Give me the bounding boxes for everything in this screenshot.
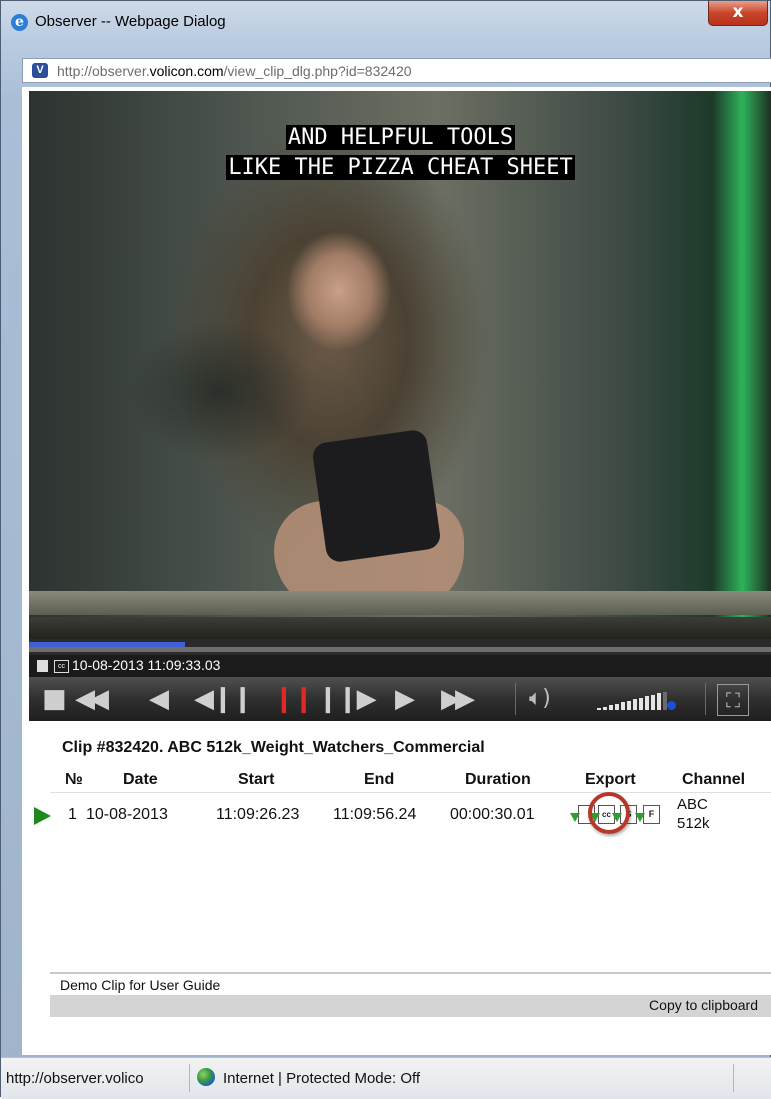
download-arrow-icon bbox=[570, 813, 580, 822]
volume-bar bbox=[603, 706, 607, 710]
caption-line-2: LIKE THE PIZZA CHEAT SHEET bbox=[226, 155, 575, 180]
fast-forward-button[interactable]: ▶▶ bbox=[441, 685, 475, 713]
url-prefix: http://observer. bbox=[57, 63, 150, 79]
cell-duration: 00:00:30.01 bbox=[450, 806, 535, 823]
col-header-duration: Duration bbox=[465, 771, 531, 788]
player-controls: ■ ◀◀ ◀ ◀❙❙ ❙❙ ❙❙▶ ▶ ▶▶ 🔈︎) ⛶ bbox=[29, 677, 771, 721]
volume-slider[interactable] bbox=[597, 690, 677, 710]
frame-back-button[interactable]: ◀❙❙ bbox=[194, 685, 254, 713]
status-divider-2 bbox=[733, 1064, 734, 1092]
format-export-icon[interactable]: F bbox=[643, 805, 660, 824]
cell-no: 1 bbox=[68, 806, 77, 823]
seek-fill bbox=[29, 642, 186, 647]
volume-bar bbox=[621, 702, 625, 710]
controls-divider-2 bbox=[705, 683, 706, 715]
volume-bar bbox=[615, 703, 619, 710]
player-info-line: cc 10-08-2013 11:09:33.03 bbox=[29, 655, 771, 677]
step-forward-button[interactable]: ▶ bbox=[395, 685, 415, 713]
status-bar: http://observer.volico Internet | Protec… bbox=[1, 1057, 771, 1099]
seek-bar[interactable] bbox=[29, 639, 771, 655]
seek-track bbox=[29, 647, 771, 652]
caption-line-1: AND HELPFUL TOOLS bbox=[285, 125, 516, 150]
volume-bar bbox=[657, 693, 661, 710]
status-url: http://observer.volico bbox=[6, 1070, 144, 1087]
volume-bar bbox=[597, 708, 601, 710]
url-text: http://observer.volicon.com/view_clip_dl… bbox=[57, 63, 412, 79]
col-header-channel: Channel bbox=[682, 771, 746, 788]
dialog-window: e Observer -- Webpage Dialog x V http://… bbox=[0, 0, 771, 1099]
clip-note: Demo Clip for User Guide bbox=[60, 977, 221, 993]
volume-bar bbox=[609, 705, 613, 710]
download-arrow-icon bbox=[635, 813, 645, 822]
pause-button[interactable]: ❙❙ bbox=[273, 685, 315, 713]
url-domain: volicon.com bbox=[149, 63, 224, 79]
address-bar: V http://observer.volicon.com/view_clip_… bbox=[22, 58, 771, 83]
table-row[interactable]: 1 10-08-2013 11:09:26.23 11:09:56.24 00:… bbox=[22, 792, 771, 847]
channel-line-1: ABC bbox=[677, 796, 708, 813]
volume-bar bbox=[633, 699, 637, 710]
export-icons: cc S F bbox=[570, 792, 680, 837]
col-header-no: № bbox=[65, 771, 83, 788]
window-title: Observer -- Webpage Dialog bbox=[35, 13, 226, 30]
clip-title: Clip #832420. ABC 512k_Weight_Watchers_C… bbox=[62, 739, 485, 756]
fast-rewind-button[interactable]: ◀◀ bbox=[75, 685, 109, 713]
volume-bar bbox=[645, 696, 649, 710]
frame-forward-button[interactable]: ❙❙▶ bbox=[317, 685, 377, 713]
cc-icon: cc bbox=[54, 660, 69, 673]
site-favicon-icon: V bbox=[32, 63, 48, 78]
playback-timestamp: 10-08-2013 11:09:33.03 bbox=[72, 657, 221, 673]
fullscreen-button[interactable]: ⛶ bbox=[717, 684, 749, 716]
close-button[interactable]: x bbox=[708, 1, 768, 26]
security-zone: Internet | Protected Mode: Off bbox=[223, 1070, 421, 1087]
step-back-button[interactable]: ◀ bbox=[149, 685, 169, 713]
dialog-content: AND HELPFUL TOOLS LIKE THE PIZZA CHEAT S… bbox=[22, 87, 771, 1055]
header-separator bbox=[50, 792, 771, 793]
volume-bar bbox=[627, 700, 631, 710]
cell-channel: ABC 512k bbox=[677, 795, 710, 833]
stop-button[interactable]: ■ bbox=[42, 685, 67, 713]
note-separator bbox=[50, 972, 771, 974]
volume-bar bbox=[639, 697, 643, 710]
video-railing-shape bbox=[29, 591, 771, 615]
col-header-export: Export bbox=[585, 771, 636, 788]
col-header-start: Start bbox=[238, 771, 275, 788]
col-header-end: End bbox=[364, 771, 395, 788]
title-bar: e Observer -- Webpage Dialog x bbox=[1, 1, 771, 43]
play-clip-icon[interactable] bbox=[34, 807, 51, 825]
highlight-ring bbox=[588, 792, 630, 834]
volume-knob[interactable] bbox=[667, 701, 676, 710]
globe-icon bbox=[197, 1068, 215, 1086]
cell-date: 10-08-2013 bbox=[86, 806, 168, 823]
copy-bar: Copy to clipboard bbox=[50, 995, 771, 1017]
film-strip-icon bbox=[37, 660, 48, 672]
ie-logo-icon: e bbox=[11, 14, 28, 31]
copy-to-clipboard-button[interactable]: Copy to clipboard bbox=[649, 997, 758, 1013]
cell-end: 11:09:56.24 bbox=[333, 806, 417, 823]
controls-divider bbox=[515, 683, 516, 715]
status-divider bbox=[189, 1064, 190, 1092]
volume-bar bbox=[651, 694, 655, 710]
cell-start: 11:09:26.23 bbox=[216, 806, 300, 823]
channel-line-2: 512k bbox=[677, 815, 710, 832]
closed-caption: AND HELPFUL TOOLS LIKE THE PIZZA CHEAT S… bbox=[29, 123, 771, 183]
speaker-icon[interactable]: 🔈︎) bbox=[529, 687, 551, 711]
video-railing-shadow bbox=[29, 617, 771, 639]
video-phone-shape bbox=[311, 428, 442, 564]
video-frame[interactable]: AND HELPFUL TOOLS LIKE THE PIZZA CHEAT S… bbox=[29, 91, 771, 639]
col-header-date: Date bbox=[123, 771, 158, 788]
clip-table-header: № Date Start End Duration Export Channel bbox=[22, 771, 771, 797]
url-suffix: /view_clip_dlg.php?id=832420 bbox=[223, 63, 412, 79]
